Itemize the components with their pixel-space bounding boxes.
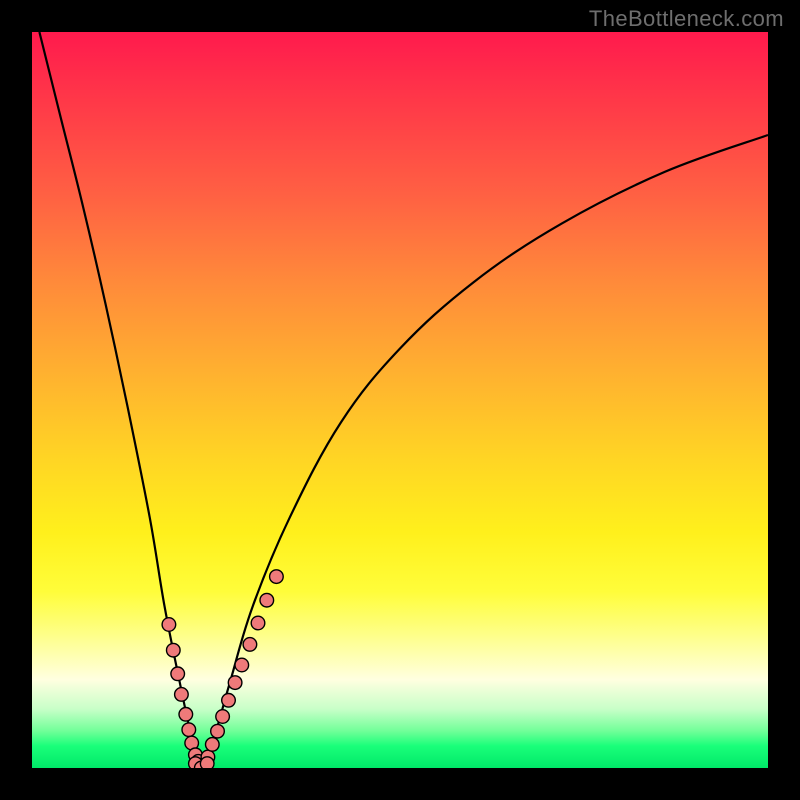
data-dot	[251, 616, 265, 630]
data-dot	[243, 638, 257, 652]
data-dots	[162, 570, 283, 768]
data-dot	[200, 757, 214, 768]
data-dot	[222, 694, 236, 708]
chart-frame: TheBottleneck.com	[0, 0, 800, 800]
data-dot	[235, 658, 249, 672]
data-dot	[162, 618, 176, 632]
watermark-text: TheBottleneck.com	[589, 6, 784, 32]
bottleneck-curve	[39, 32, 768, 768]
data-dot	[167, 643, 181, 657]
data-dot	[270, 570, 284, 584]
data-dot	[206, 738, 220, 752]
data-dot	[179, 708, 193, 722]
data-dot	[211, 724, 225, 738]
plot-area	[32, 32, 768, 768]
data-dot	[260, 593, 274, 607]
data-dot	[171, 667, 185, 681]
data-dot	[228, 676, 242, 690]
data-dot	[182, 723, 196, 737]
data-dot	[175, 688, 189, 702]
chart-svg	[32, 32, 768, 768]
data-dot	[216, 710, 230, 724]
